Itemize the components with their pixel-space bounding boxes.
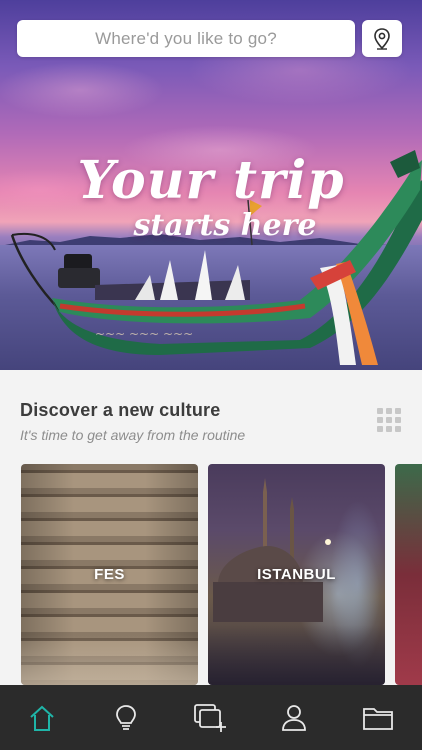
- tab-home[interactable]: [0, 685, 84, 750]
- hero-banner: ~~~ ~~~ ~~~ Your trip starts here Where'…: [0, 0, 422, 370]
- tab-ideas[interactable]: [84, 685, 168, 750]
- card-label: FES: [94, 566, 125, 583]
- hero-tagline-line2: starts here: [133, 208, 317, 243]
- location-pin-icon: [374, 27, 390, 50]
- search-input[interactable]: Where'd you like to go?: [17, 20, 355, 57]
- hero-tagline-line1: Your trip: [77, 150, 345, 211]
- lightbulb-icon: [116, 704, 136, 730]
- svg-text:~~~ ~~~ ~~~: ~~~ ~~~ ~~~: [95, 327, 193, 341]
- tab-profile[interactable]: [252, 685, 336, 750]
- home-icon: [30, 705, 54, 731]
- grid-view-icon[interactable]: [377, 408, 401, 432]
- card-label: ISTANBUL: [257, 566, 336, 583]
- add-collection-icon: [194, 703, 226, 732]
- section-subtitle: It's time to get away from the routine: [20, 427, 246, 443]
- bottom-tab-bar: [0, 685, 422, 750]
- discover-section: Discover a new culture It's time to get …: [0, 370, 422, 685]
- location-button[interactable]: [362, 20, 402, 57]
- section-title: Discover a new culture: [20, 400, 221, 420]
- folder-icon: [363, 707, 393, 730]
- culture-card-fes[interactable]: FES: [21, 464, 198, 685]
- tab-add-collection[interactable]: [168, 685, 252, 750]
- culture-cards: FES ISTANBUL: [0, 464, 422, 685]
- profile-icon: [282, 704, 306, 731]
- tab-folder[interactable]: [336, 685, 420, 750]
- culture-card-istanbul[interactable]: ISTANBUL: [208, 464, 385, 685]
- culture-card-next[interactable]: [395, 464, 422, 685]
